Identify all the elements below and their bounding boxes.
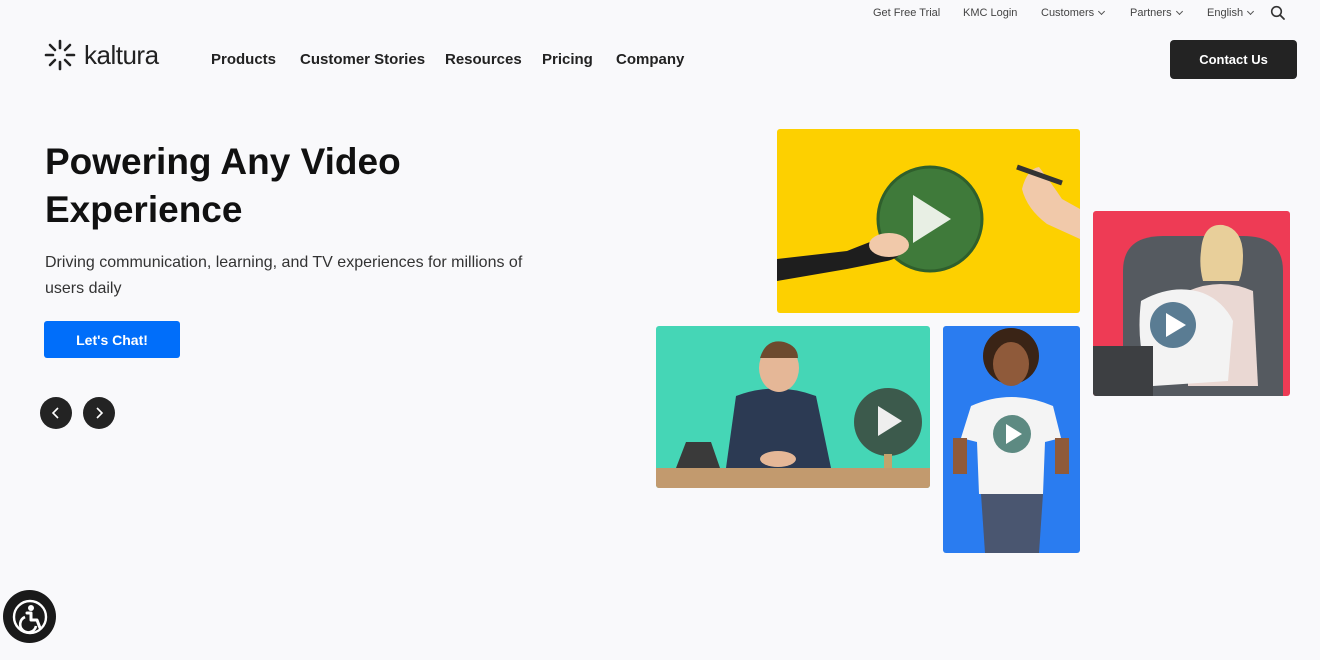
hero-title: Powering Any Video Experience (45, 141, 401, 230)
nav-resources[interactable]: Resources (445, 51, 522, 68)
arrow-left-icon (51, 407, 59, 419)
red-chair-video-tile[interactable] (1093, 211, 1290, 396)
blue-presenter-video-tile[interactable] (943, 326, 1080, 553)
free-trial-link[interactable]: Get Free Trial (873, 7, 940, 19)
lets-chat-button[interactable]: Let's Chat! (44, 321, 180, 358)
chevron-down-icon (1098, 7, 1106, 16)
yellow-drawing-video-tile[interactable] (777, 129, 1080, 313)
nav-pricing[interactable]: Pricing (542, 51, 593, 68)
chevron-down-icon (1247, 7, 1255, 16)
teal-globe-video-tile[interactable] (656, 326, 930, 488)
accessibility-icon (12, 599, 47, 634)
contact-us-button[interactable]: Contact Us (1170, 40, 1297, 79)
customers-label: Customers (1041, 7, 1095, 19)
kaltura-logo[interactable]: kaltura (44, 38, 159, 72)
carousel-next-button[interactable] (83, 397, 115, 429)
utility-bar: Get Free Trial KMC Login Customers Partn… (0, 0, 1320, 26)
language-menu[interactable]: English (1207, 7, 1255, 19)
nav-customer-stories[interactable]: Customer Stories (300, 51, 425, 68)
kaltura-logo-mark (44, 39, 76, 71)
partners-label: Partners (1130, 7, 1172, 19)
arrow-right-icon (96, 407, 104, 419)
chevron-down-icon (1175, 7, 1183, 16)
partners-menu[interactable]: Partners (1130, 7, 1183, 19)
carousel-prev-button[interactable] (40, 397, 72, 429)
accessibility-button[interactable] (3, 590, 56, 643)
customers-menu[interactable]: Customers (1041, 7, 1106, 19)
hero-subtitle: Driving communication, learning, and TV … (45, 254, 523, 297)
language-label: English (1207, 7, 1244, 19)
nav-products[interactable]: Products (211, 51, 276, 68)
logo-text: kaltura (84, 39, 159, 70)
kmc-login-link[interactable]: KMC Login (963, 7, 1017, 19)
nav-company[interactable]: Company (616, 51, 684, 68)
search-icon[interactable] (1270, 5, 1286, 21)
